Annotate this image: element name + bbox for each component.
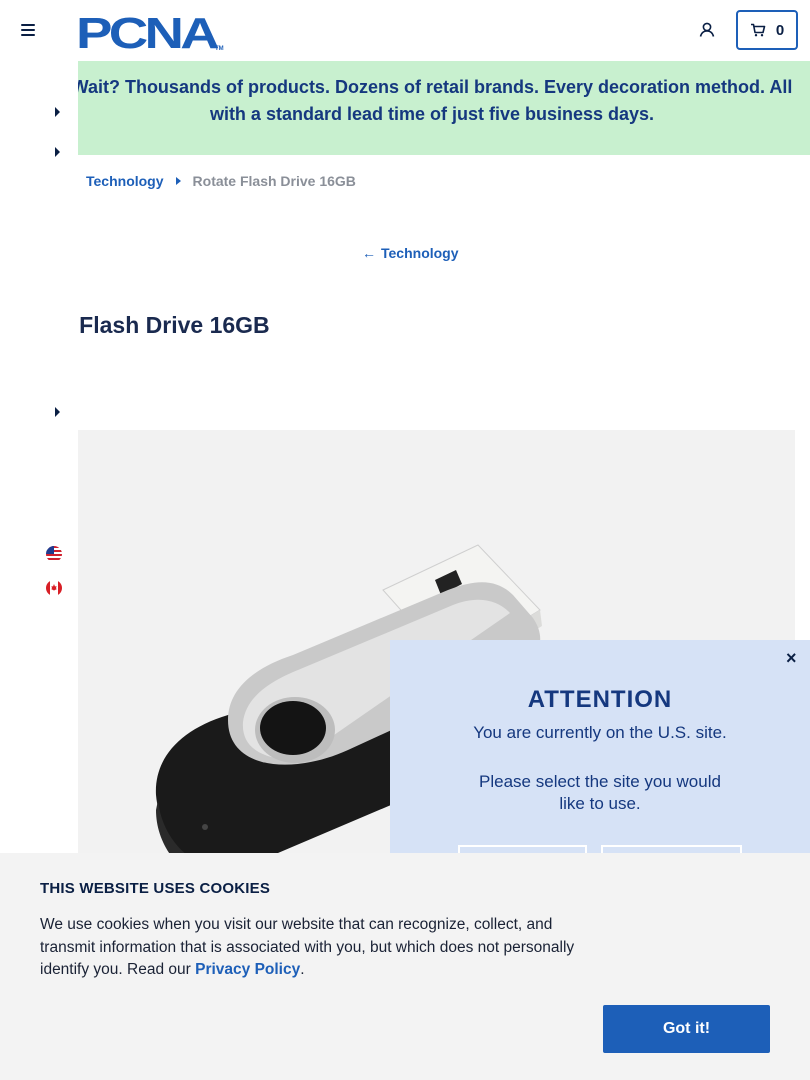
breadcrumb-current: Rotate Flash Drive 16GB — [192, 173, 356, 189]
back-link[interactable]: ← Technology — [362, 245, 459, 261]
modal-select-text: Please select the site you would like to… — [479, 772, 721, 813]
product-title: e Flash Drive 16GB — [60, 312, 270, 338]
close-icon[interactable]: × — [786, 648, 797, 669]
sidebar-panel — [0, 305, 78, 350]
modal-title: ATTENTION — [527, 686, 673, 713]
caret-right-icon[interactable] — [55, 147, 60, 157]
cart-button[interactable]: 0 — [736, 10, 798, 50]
caret-right-icon[interactable] — [55, 407, 60, 417]
got-it-button[interactable]: Got it! — [603, 1005, 770, 1053]
site-select-modal — [390, 640, 810, 860]
site-header: PCNA TM 0 — [0, 0, 810, 61]
arrow-left-icon: ← — [362, 245, 376, 261]
breadcrumb: Technology Rotate Flash Drive 16GB — [86, 173, 356, 189]
cookie-period: . — [300, 961, 305, 978]
caret-right-icon — [175, 177, 181, 185]
promo-text: Wait? Thousands of products. Dozens of r… — [71, 77, 793, 124]
modal-current-site-text: You are currently on the U.S. site. — [473, 723, 727, 742]
pcna-logo[interactable]: PCNA TM — [76, 11, 224, 51]
menu-icon[interactable] — [21, 24, 35, 36]
cookie-text: We use cookies when you visit our websit… — [40, 914, 600, 982]
cart-icon — [750, 23, 766, 37]
privacy-policy-link[interactable]: Privacy Policy — [195, 961, 300, 978]
logo-trademark: TM — [215, 46, 224, 51]
cookie-title: THIS WEBSITE USES COOKIES — [40, 880, 271, 897]
account-icon[interactable] — [697, 20, 717, 40]
breadcrumb-link-technology[interactable]: Technology — [86, 173, 164, 189]
sidebar-panel — [0, 61, 78, 155]
back-link-label: Technology — [381, 245, 459, 261]
promo-banner: Wait? Thousands of products. Dozens of r… — [0, 61, 810, 155]
canada-flag-icon[interactable] — [46, 580, 62, 596]
logo-text: PCNA — [76, 11, 219, 51]
caret-right-icon[interactable] — [55, 107, 60, 117]
cart-count: 0 — [775, 21, 785, 39]
cookie-body: We use cookies when you visit our websit… — [40, 916, 575, 978]
us-flag-icon[interactable] — [46, 546, 62, 562]
